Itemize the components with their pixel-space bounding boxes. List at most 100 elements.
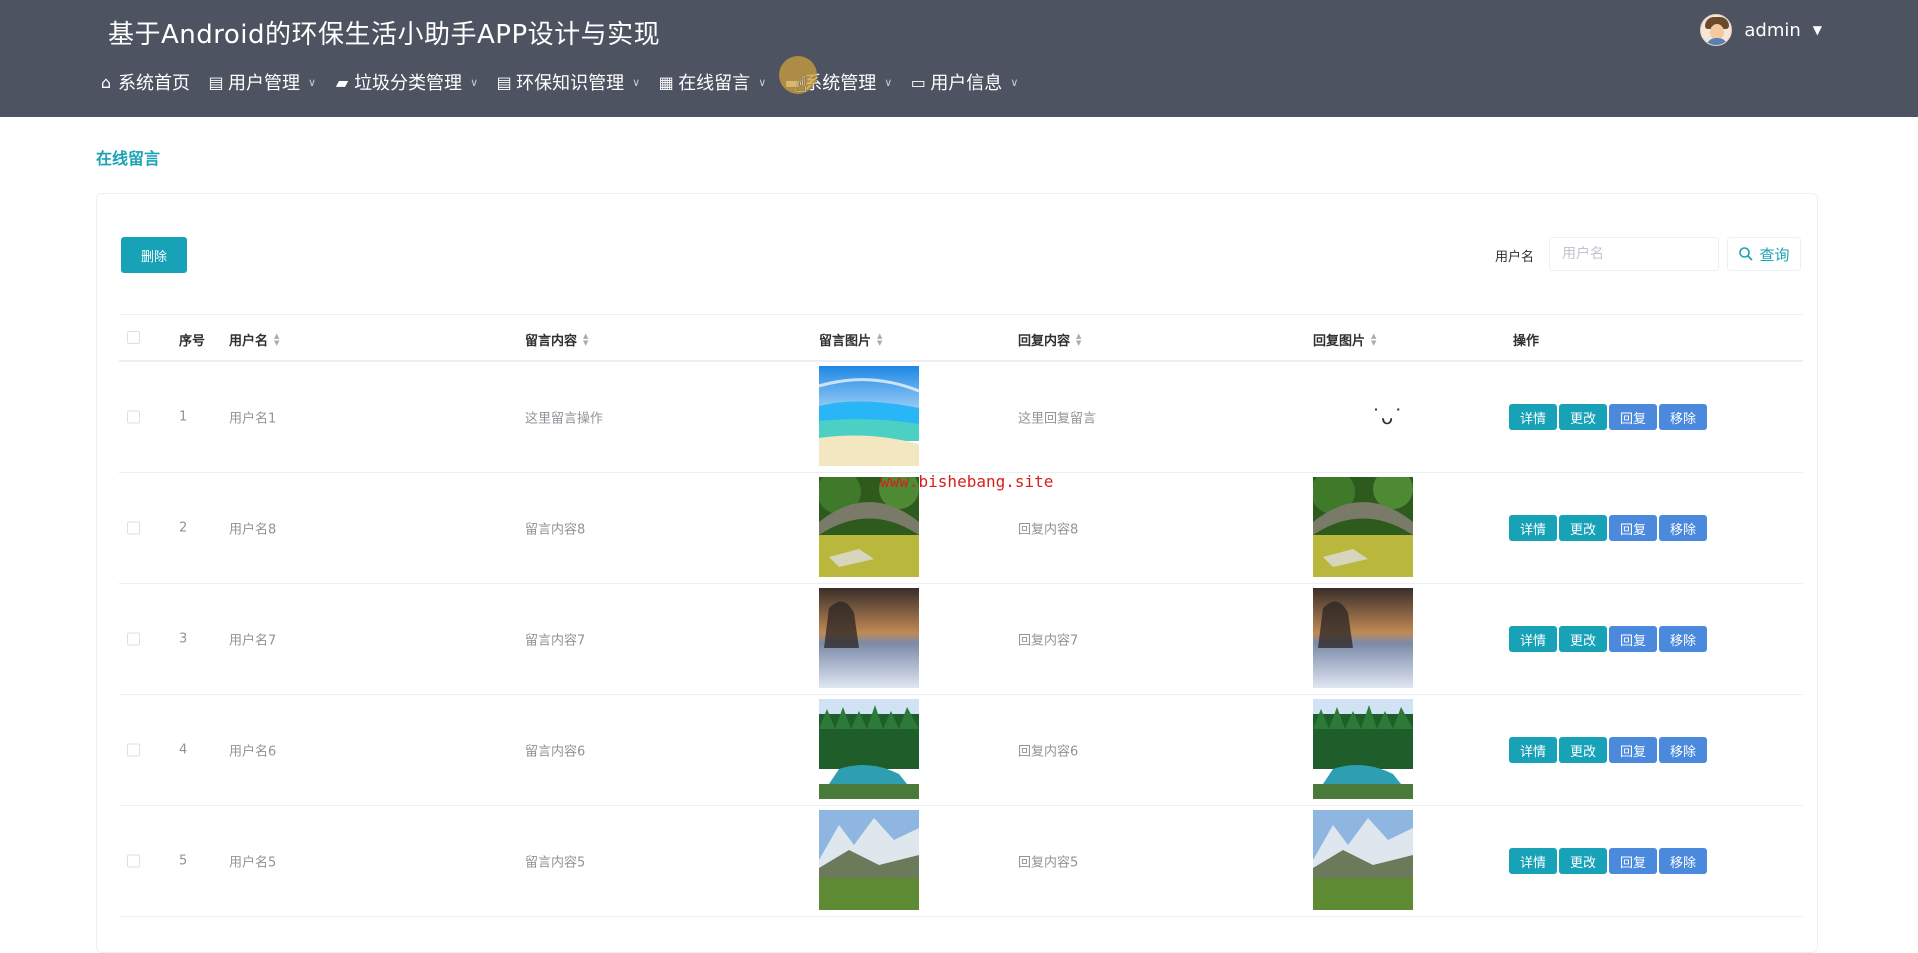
nav-item-label: 系统首页	[118, 73, 190, 94]
row-username: 用户名8	[229, 522, 277, 538]
message-image[interactable]	[819, 588, 919, 688]
chevron-down-icon: ∨	[758, 75, 767, 89]
main-nav: ⌂系统首页▤用户管理∨▰垃圾分类管理∨▤环保知识管理∨▦在线留言∨▬系统管理∨▭…	[98, 66, 1036, 98]
row-reply: 回复内容5	[1018, 855, 1079, 871]
search-button[interactable]: 查询	[1727, 237, 1801, 271]
grid-icon: ▦	[658, 72, 674, 92]
message-image[interactable]	[819, 810, 919, 910]
remove-button[interactable]: 移除	[1659, 515, 1708, 541]
caret-down-icon: ▼	[1812, 23, 1822, 37]
col-index: 序号	[179, 334, 206, 349]
col-reply[interactable]: 回复内容 ▲ ▼	[1018, 330, 1081, 349]
row-content: 留言内容8	[525, 522, 586, 538]
row-checkbox[interactable]	[127, 854, 140, 868]
edit-button[interactable]: 更改	[1559, 515, 1608, 541]
reply-image[interactable]	[1313, 588, 1413, 688]
search-label: 用户名	[1495, 250, 1535, 265]
detail-button[interactable]: 详情	[1509, 737, 1558, 763]
nav-item-0[interactable]: ⌂ 系统首页	[98, 66, 190, 98]
detail-button[interactable]: 详情	[1509, 515, 1558, 541]
col-reply-image[interactable]: 回复图片 ▲ ▼	[1313, 330, 1376, 349]
edit-button[interactable]: 更改	[1559, 404, 1608, 430]
nav-item-label: 用户信息	[930, 73, 1003, 94]
reply-image[interactable]	[1313, 699, 1413, 799]
chevron-down-icon: ∨	[308, 75, 317, 89]
card-icon: ▭	[910, 72, 926, 92]
chevron-down-icon: ∨	[1010, 75, 1019, 89]
reply-button[interactable]: 回复	[1609, 848, 1658, 874]
nav-item-4[interactable]: ▦ 在线留言 ∨	[658, 66, 767, 98]
reply-image[interactable]	[1311, 469, 1413, 577]
nav-item-label: 环保知识管理	[516, 73, 625, 94]
message-image[interactable]	[818, 366, 920, 466]
nav-item-label: 在线留言	[678, 73, 751, 94]
edit-button[interactable]: 更改	[1559, 626, 1608, 652]
delete-button[interactable]: 删除	[121, 237, 187, 273]
detail-button[interactable]: 详情	[1509, 848, 1558, 874]
table-body: 1 用户名1 这里留言操作 这里回复留言 ˙ᴗ˙ 详情 更改 回复 移除 2 用户名8 留言内容8 回复…	[119, 362, 1803, 917]
search-input[interactable]	[1549, 237, 1719, 271]
edit-button[interactable]: 更改	[1559, 848, 1608, 874]
row-actions: 详情 更改 回复 移除	[1509, 848, 1708, 874]
table-row[interactable]: 5 用户名5 留言内容5 回复内容5 详情 更改 回复 移除	[119, 806, 1803, 917]
row-content: 这里留言操作	[525, 411, 604, 427]
col-actions: 操作	[1513, 334, 1540, 349]
table-row[interactable]: 1 用户名1 这里留言操作 这里回复留言 ˙ᴗ˙ 详情 更改 回复 移除	[119, 362, 1803, 473]
row-content: 留言内容7	[525, 633, 586, 649]
remove-button[interactable]: 移除	[1659, 626, 1708, 652]
remove-button[interactable]: 移除	[1659, 737, 1708, 763]
row-index: 3	[179, 631, 188, 647]
row-username: 用户名1	[229, 411, 277, 427]
reply-button[interactable]: 回复	[1609, 626, 1658, 652]
col-username[interactable]: 用户名 ▲ ▼	[229, 330, 279, 349]
row-username: 用户名6	[229, 744, 277, 760]
clipboard-icon: ▤	[496, 72, 512, 92]
nav-item-1[interactable]: ▤ 用户管理 ∨	[208, 66, 316, 98]
row-content: 留言内容6	[525, 744, 586, 760]
message-image[interactable]	[819, 699, 919, 799]
reply-image[interactable]	[1313, 810, 1413, 910]
hand-cursor-icon: ☝	[794, 73, 808, 98]
nav-item-label: 用户管理	[228, 73, 300, 94]
row-checkbox[interactable]	[127, 410, 140, 424]
row-username: 用户名7	[229, 633, 277, 649]
table-row[interactable]: 3 用户名7 留言内容7 回复内容7 详情 更改 回复 移除	[119, 584, 1803, 695]
watermark: www.bishebang.site	[880, 472, 1054, 491]
content-card: 删除 用户名 查询 序号 用户名▲▼ 留言内容▲▼ 留言图片▲▼ 回复内容▲▼ …	[96, 193, 1818, 953]
row-reply: 回复内容7	[1018, 633, 1079, 649]
message-image[interactable]	[817, 469, 919, 577]
row-index: 2	[179, 520, 188, 536]
message-table: 序号 用户名 ▲ ▼ 留言内容 ▲ ▼ 留言图片 ▲ ▼ 回复内容 ▲ ▼ 回复图片 ▲ ▼ 操作 …	[119, 314, 1803, 917]
sort-icon: ▲ ▼	[1371, 331, 1377, 347]
row-content: 留言内容5	[525, 855, 586, 871]
table-row[interactable]: 4 用户名6 留言内容6 回复内容6 详情 更改 回复 移除	[119, 695, 1803, 806]
row-checkbox[interactable]	[127, 632, 140, 646]
sort-icon: ▲ ▼	[877, 331, 883, 347]
row-actions: 详情 更改 回复 移除	[1509, 404, 1708, 430]
row-reply: 回复内容6	[1018, 744, 1079, 760]
nav-item-2[interactable]: ▰ 垃圾分类管理 ∨	[334, 66, 478, 98]
select-all-checkbox[interactable]	[127, 331, 140, 344]
nav-item-3[interactable]: ▤ 环保知识管理 ∨	[496, 66, 641, 98]
reply-button[interactable]: 回复	[1609, 515, 1658, 541]
nav-item-6[interactable]: ▭ 用户信息 ∨	[910, 66, 1019, 98]
user-menu[interactable]: admin ▼	[1700, 14, 1822, 46]
detail-button[interactable]: 详情	[1509, 404, 1558, 430]
edit-button[interactable]: 更改	[1559, 737, 1608, 763]
row-checkbox[interactable]	[127, 743, 140, 757]
row-reply: 这里回复留言	[1018, 411, 1097, 427]
remove-button[interactable]: 移除	[1659, 404, 1708, 430]
reply-button[interactable]: 回复	[1609, 404, 1658, 430]
detail-button[interactable]: 详情	[1509, 626, 1558, 652]
sort-icon: ▲ ▼	[274, 331, 280, 347]
row-actions: 详情 更改 回复 移除	[1509, 737, 1708, 763]
row-checkbox[interactable]	[127, 521, 140, 535]
top-header: 基于Android的环保生活小助手APP设计与实现 admin ▼ ⌂ 系统首页 ▤…	[0, 0, 1918, 117]
col-content[interactable]: 留言内容 ▲ ▼	[525, 330, 588, 349]
reply-image-emoji: ˙ᴗ˙	[1371, 405, 1404, 429]
col-image[interactable]: 留言图片 ▲ ▼	[819, 330, 882, 349]
breadcrumb[interactable]: 在线留言	[96, 145, 160, 169]
remove-button[interactable]: 移除	[1659, 848, 1708, 874]
reply-button[interactable]: 回复	[1609, 737, 1658, 763]
row-username: 用户名5	[229, 855, 277, 871]
